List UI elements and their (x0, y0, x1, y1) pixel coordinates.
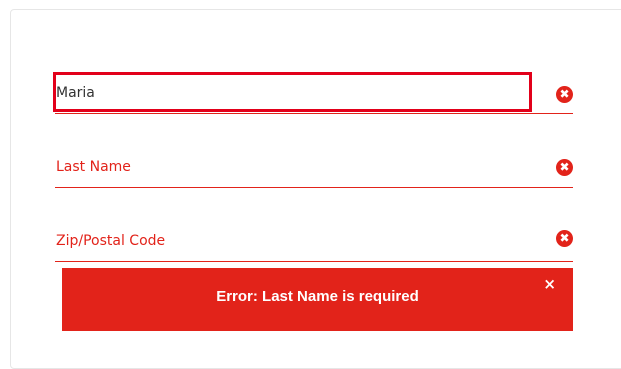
last-name-field: ✖ (55, 148, 573, 188)
error-x-icon: ✖ (556, 230, 573, 247)
first-name-field: ✖ (55, 74, 573, 114)
error-message: Error: Last Name is required (216, 288, 419, 305)
zip-input[interactable] (55, 222, 527, 260)
zip-underline (55, 261, 573, 262)
zip-field: ✖ (55, 222, 573, 262)
first-name-underline (55, 113, 573, 114)
close-icon[interactable]: × (543, 275, 556, 293)
error-x-icon: ✖ (556, 159, 573, 176)
last-name-input[interactable] (55, 148, 527, 186)
error-banner: Error: Last Name is required × (62, 268, 573, 331)
last-name-underline (55, 187, 573, 188)
first-name-input[interactable] (55, 74, 527, 112)
error-x-icon: ✖ (556, 86, 573, 103)
